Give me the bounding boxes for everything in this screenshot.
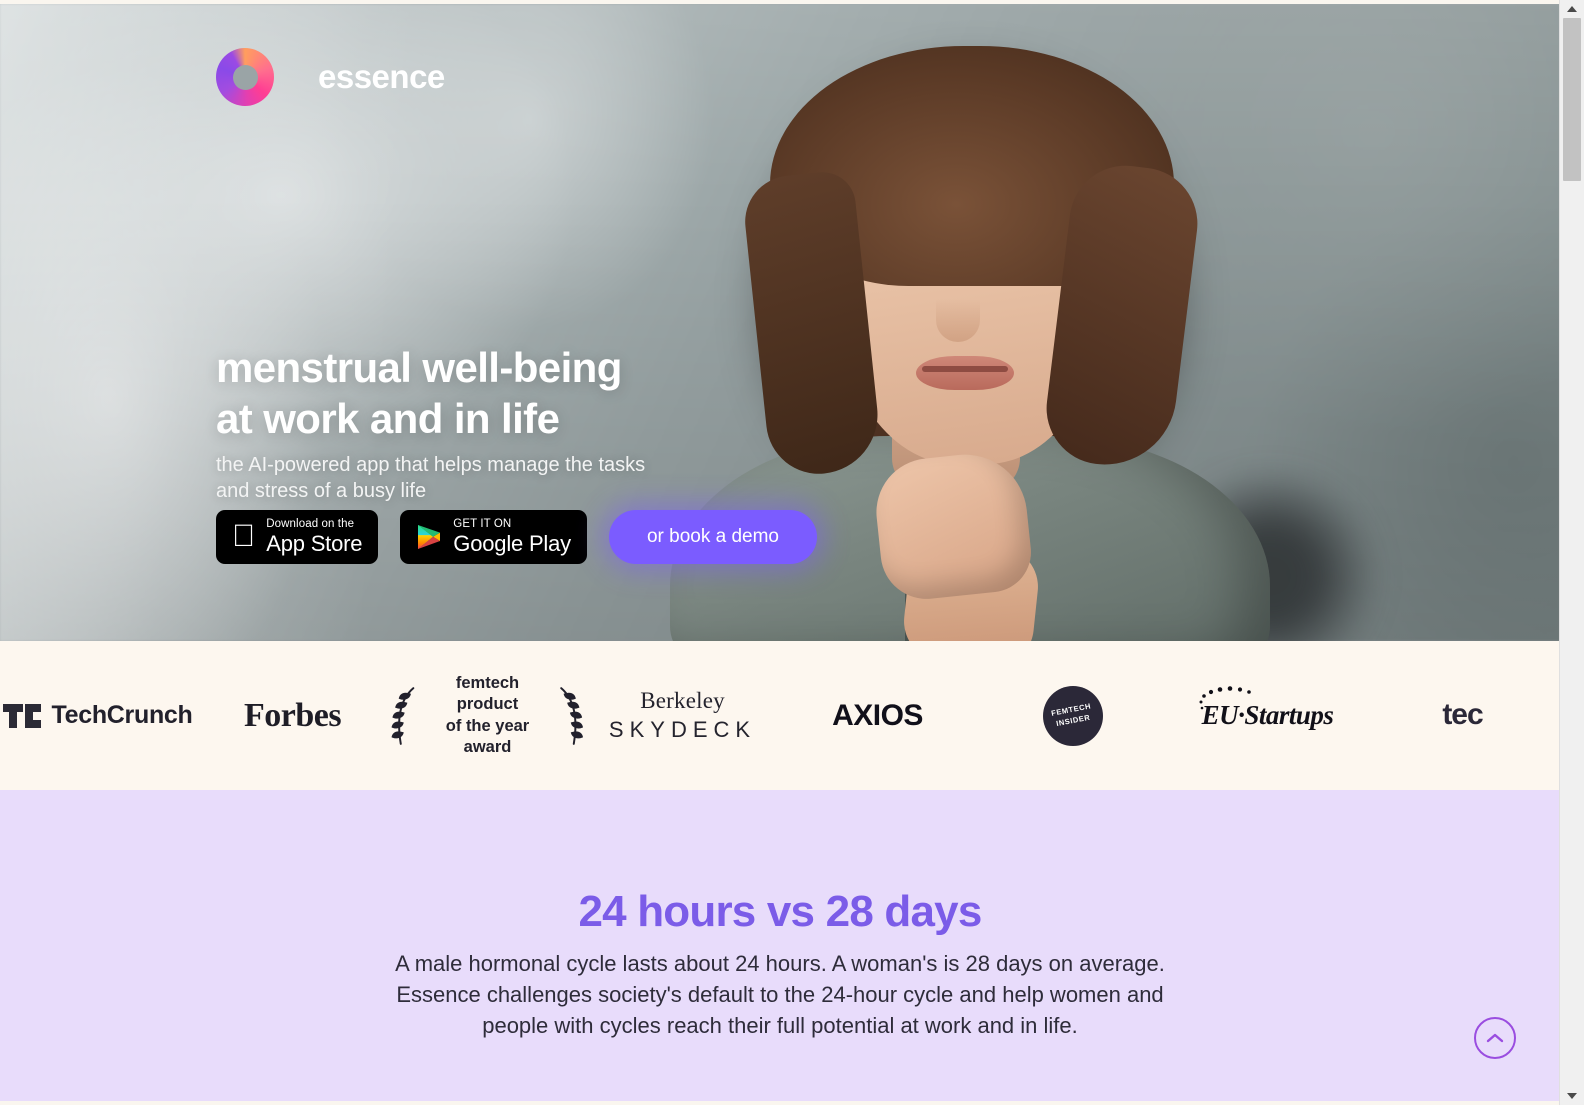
press-logo-techcrunch[interactable]: TechCrunch: [0, 701, 195, 730]
scrollbar-down-button[interactable]: [1560, 1087, 1584, 1105]
app-store-small-label: Download on the: [243, 517, 354, 530]
google-play-big-label: Google Play: [430, 531, 571, 557]
press-logo-label-line1: Berkeley: [640, 688, 725, 713]
triangle-down-icon: [1567, 1093, 1577, 1099]
press-logo-label: TechCrunch: [51, 701, 193, 729]
google-play-button[interactable]: GET IT ON Google Play: [400, 510, 587, 564]
bottom-edge-strip: [0, 1101, 1560, 1105]
press-logo-axios[interactable]: AXIOS: [780, 699, 975, 733]
press-logo-berkeley-skydeck[interactable]: Berkeley SKYDECK: [585, 688, 780, 743]
press-logo-label-line1: femtech product: [455, 673, 520, 714]
ring-donut-gradient-logo-icon: [216, 48, 274, 106]
femtech-insider-badge-icon: FEMTECH INSIDER: [1042, 685, 1103, 746]
press-logo-label-line2: SKYDECK: [608, 717, 757, 742]
laurel-right-icon: [560, 686, 584, 745]
chevron-up-icon: [1486, 1033, 1504, 1043]
scroll-to-top-button[interactable]: [1474, 1017, 1516, 1059]
scrollbar-thumb[interactable]: [1563, 18, 1581, 181]
press-logo-femtech-insider[interactable]: FEMTECH INSIDER: [975, 685, 1170, 746]
hero-subheadline: the AI-powered app that helps manage the…: [216, 452, 645, 504]
section-heading: 24 hours vs 28 days: [578, 886, 982, 936]
headline-line-2: at work and in life: [216, 395, 560, 443]
press-logo-eu-startups[interactable]: EU·Startups: [1170, 686, 1365, 731]
subheadline-line-2: and stress of a busy life: [216, 480, 427, 502]
google-play-icon: [416, 523, 442, 551]
laurel-left-icon: [391, 686, 415, 745]
app-store-button[interactable]:  Download on the App Store: [216, 510, 379, 564]
hero-section: essence menstrual well-being at work and…: [0, 4, 1560, 641]
app-store-big-label: App Store: [243, 531, 362, 557]
brand-logo[interactable]: essence: [216, 48, 445, 106]
scrollbar-up-button[interactable]: [1560, 0, 1584, 18]
page-root: essence menstrual well-being at work and…: [0, 0, 1584, 1105]
press-logo-tech-partial[interactable]: tec: [1365, 698, 1560, 732]
triangle-up-icon: [1567, 6, 1577, 12]
headline-line-1: menstrual well-being: [216, 344, 622, 392]
techcrunch-mark-icon: [2, 703, 41, 728]
press-logo-femtech-award[interactable]: femtech product of the year award: [390, 673, 585, 759]
eu-stars-icon: [1199, 686, 1251, 710]
cycle-info-section: 24 hours vs 28 days A male hormonal cycl…: [0, 790, 1560, 1101]
press-logo-label-line2: of the year award: [445, 716, 530, 756]
apple-icon: : [232, 520, 255, 551]
subheadline-line-1: the AI-powered app that helps manage the…: [216, 454, 646, 476]
press-logo-track: TechCrunch Forbes femtech product of the…: [0, 641, 1560, 790]
brand-name: essence: [318, 58, 445, 95]
press-logo-label: Forbes: [243, 696, 342, 734]
press-logo-label: AXIOS: [832, 698, 923, 732]
press-logo-label: tec: [1442, 698, 1483, 732]
hero-cta-row:  Download on the App Store: [216, 510, 817, 564]
page-title: menstrual well-being at work and in life: [216, 342, 622, 444]
book-demo-button[interactable]: or book a demo: [608, 510, 817, 564]
section-body-text: A male hormonal cycle lasts about 24 hou…: [395, 951, 1165, 1039]
vertical-scrollbar[interactable]: [1559, 0, 1584, 1105]
press-logo-forbes[interactable]: Forbes: [195, 697, 390, 735]
press-logo-carousel: TechCrunch Forbes femtech product of the…: [0, 641, 1560, 790]
google-play-small-label: GET IT ON: [430, 517, 511, 530]
